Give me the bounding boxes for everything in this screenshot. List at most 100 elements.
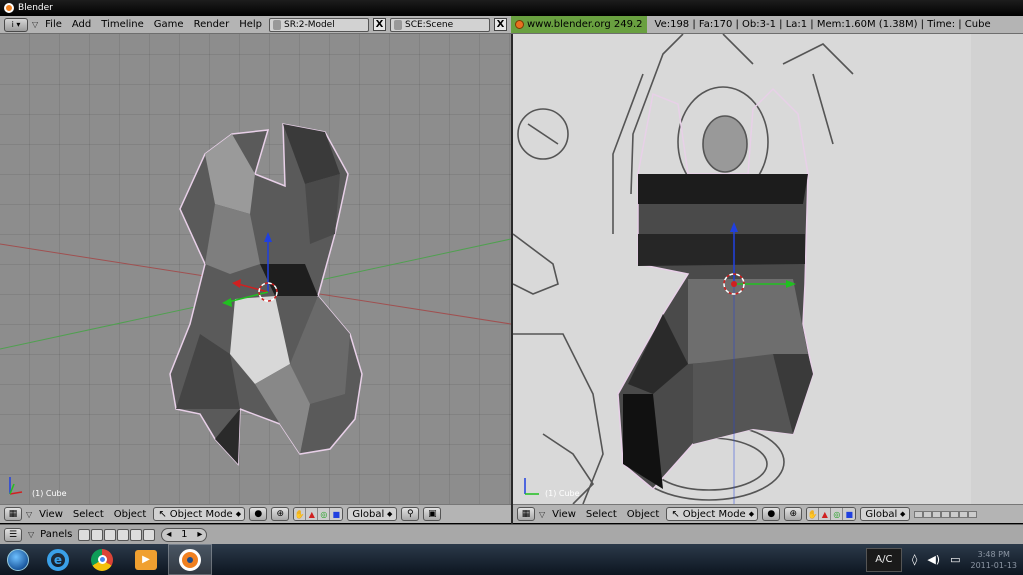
blender-org-link[interactable]: www.blender.org 249.2 [511,16,647,33]
ac-power-indicator[interactable]: A/C [865,547,902,572]
mode-dropdown-icon[interactable]: ◆ [236,510,241,518]
manipulator-tools-right[interactable]: ✋ ▲ ◎ ■ [806,507,857,521]
taskbar-internet-explorer[interactable]: e [36,544,80,575]
render-preview-button[interactable]: ▣ [423,507,442,521]
object-panel-icon[interactable] [117,528,130,541]
scene-panel-icon[interactable] [143,528,156,541]
editor-type-3dview-button-right[interactable]: ▦ [517,507,535,521]
hand-icon-right[interactable]: ✋ [807,508,820,520]
orientation-label-right[interactable]: Global [865,509,897,520]
collapse-menu-icon[interactable]: ▽ [32,20,38,29]
network-icon[interactable]: ▭ [950,553,960,566]
draw-type-button-right[interactable]: ● [762,507,781,521]
scene-selector[interactable]: SCE:Scene [390,17,490,32]
view-axis-indicator [9,477,23,495]
layer-button[interactable] [968,510,978,518]
draw-type-button[interactable]: ● [249,507,268,521]
manipulator-tools[interactable]: ✋ ▲ ◎ ■ [293,507,344,521]
screen-name[interactable]: SR:2-Model [284,20,335,30]
menu-add[interactable]: Add [69,19,94,30]
current-frame-field[interactable]: ◂ 1 ▸ [161,527,208,542]
windows-start-orb-icon[interactable] [7,548,29,571]
panel-context-icons[interactable] [78,528,156,541]
panels-menu[interactable]: Panels [40,529,72,540]
rotate-icon[interactable]: ◎ [318,508,331,520]
scale-icon-right[interactable]: ■ [843,508,856,520]
orientation-selector-right[interactable]: Global ◆ [860,507,911,521]
editor-type-button[interactable]: i ▾ [4,17,28,32]
orientation-label[interactable]: Global [352,509,384,520]
script-panel-icon[interactable] [91,528,104,541]
menu-help[interactable]: Help [236,19,265,30]
layer-button[interactable] [959,510,969,518]
current-frame-value[interactable]: 1 [181,529,187,540]
translate-icon-right[interactable]: ▲ [819,508,832,520]
delete-screen-button[interactable]: X [373,18,386,31]
mode-label-right[interactable]: Object Mode [683,509,746,520]
blender-small-icon [515,20,524,29]
pivot-button-right[interactable]: ⊕ [784,507,803,521]
viewport-perspective[interactable]: (1) Cube [0,34,511,504]
layer-lock-button[interactable]: ⚲ [401,507,420,521]
layer-buttons[interactable] [914,510,978,518]
system-clock[interactable]: 3:48 PM 2011-01-13 [971,549,1018,571]
editing-panel-icon[interactable] [130,528,143,541]
menu-render[interactable]: Render [191,19,233,30]
layer-button[interactable] [932,510,942,518]
scale-icon[interactable]: ■ [330,508,343,520]
menu-object-right[interactable]: Object [624,509,663,520]
layer-button[interactable] [914,510,924,518]
scene-name[interactable]: SCE:Scene [405,20,453,30]
scene-stats: Ve:198 | Fa:170 | Ob:3-1 | La:1 | Mem:1.… [654,19,991,30]
taskbar-blender[interactable] [168,544,212,575]
layer-button[interactable] [923,510,933,518]
scene-browse-icon[interactable] [394,19,402,30]
menu-game[interactable]: Game [151,19,187,30]
logic-panel-icon[interactable] [78,528,91,541]
mode-selector-right[interactable]: ↖ Object Mode ◆ [666,507,759,521]
editor-type-buttons-button[interactable]: ☰ [4,527,22,542]
menu-select-right[interactable]: Select [583,509,620,520]
volume-icon[interactable]: ◀) [927,553,940,566]
mode-dropdown-icon-right[interactable]: ◆ [749,510,754,518]
screen-browse-icon[interactable] [273,19,281,30]
power-icon[interactable]: ◊ [912,553,917,566]
menu-view[interactable]: View [36,509,66,520]
collapse-view-menu-icon-right[interactable]: ▽ [539,510,545,519]
menu-select[interactable]: Select [70,509,107,520]
torso-mesh[interactable] [169,123,363,466]
window-title: Blender [18,3,53,13]
internet-explorer-icon[interactable]: e [47,548,69,571]
media-player-icon[interactable]: ▶ [135,549,157,570]
blender-app-icon[interactable] [179,548,201,571]
collapse-view-menu-icon[interactable]: ▽ [26,510,32,519]
layer-button[interactable] [950,510,960,518]
chrome-icon[interactable] [91,548,113,571]
pivot-button[interactable]: ⊕ [271,507,290,521]
frame-decrement-icon[interactable]: ◂ [166,529,171,540]
menu-view-right[interactable]: View [549,509,579,520]
layer-button[interactable] [941,510,951,518]
delete-scene-button[interactable]: X [494,18,507,31]
taskbar-chrome[interactable] [80,544,124,575]
mode-label[interactable]: Object Mode [170,509,233,520]
orientation-dropdown-icon[interactable]: ◆ [387,510,392,518]
menu-timeline[interactable]: Timeline [98,19,147,30]
menu-object[interactable]: Object [111,509,150,520]
hand-icon[interactable]: ✋ [294,508,307,520]
menu-file[interactable]: File [42,19,65,30]
orientation-selector[interactable]: Global ◆ [347,507,398,521]
shading-panel-icon[interactable] [104,528,117,541]
frame-increment-icon[interactable]: ▸ [197,529,202,540]
rotate-icon-right[interactable]: ◎ [831,508,844,520]
taskbar-media-player[interactable]: ▶ [124,544,168,575]
screen-selector[interactable]: SR:2-Model [269,17,369,32]
collapse-panels-menu-icon[interactable]: ▽ [28,530,34,539]
translate-icon[interactable]: ▲ [306,508,319,520]
blender-version-text[interactable]: www.blender.org 249.2 [527,19,643,30]
editor-type-3dview-button[interactable]: ▦ [4,507,22,521]
orientation-dropdown-icon-right[interactable]: ◆ [900,510,905,518]
viewport-front[interactable]: (1) Cube [513,34,1023,504]
start-button[interactable] [0,544,36,575]
mode-selector[interactable]: ↖ Object Mode ◆ [153,507,246,521]
